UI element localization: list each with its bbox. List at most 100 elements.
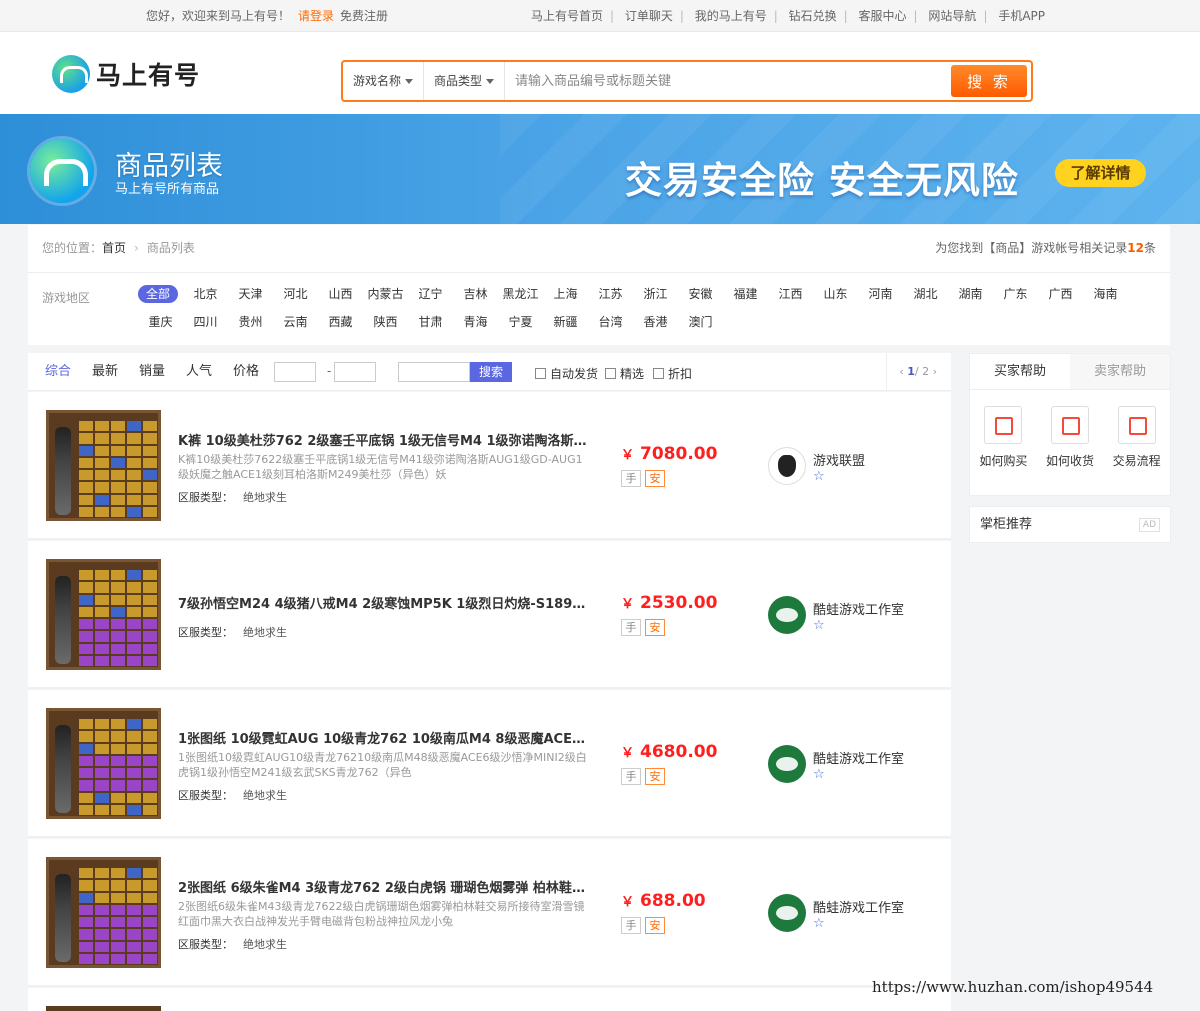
region-item[interactable]: 福建 (723, 285, 768, 303)
region-item[interactable]: 青海 (453, 313, 498, 331)
sort-tab-price[interactable]: 价格 (233, 353, 259, 391)
region-item[interactable]: 北京 (183, 285, 228, 303)
product-description: 1张图纸10级霓虹AUG10级青龙76210级南瓜M48级恶魔ACE6级沙悟净M… (178, 751, 587, 779)
search-input[interactable] (505, 62, 951, 100)
region-item[interactable]: 吉林 (453, 285, 498, 303)
region-item[interactable]: 山东 (813, 285, 858, 303)
nav-diamond-link[interactable]: 钻石兑换 (789, 9, 837, 23)
region-item[interactable]: 贵州 (228, 313, 273, 331)
region-item[interactable]: 澳门 (678, 313, 723, 331)
star-icon[interactable]: ☆ (813, 916, 825, 931)
region-item[interactable]: 河北 (273, 285, 318, 303)
product-description: 2张图纸6级朱雀M43级青龙7622级白虎锅珊瑚色烟雾弹柏林鞋交易所接待室滑雪镜… (178, 900, 585, 928)
star-icon[interactable]: ☆ (813, 469, 825, 484)
product-thumbnail[interactable] (46, 559, 161, 670)
tab-buyer-help[interactable]: 买家帮助 (970, 354, 1070, 389)
region-item[interactable]: 山西 (318, 285, 363, 303)
list-item[interactable]: K裤 10级美杜莎762 2级塞壬平底锅 1级无信号M4 1级弥诺陶洛斯AUG1… (28, 392, 951, 540)
region-item[interactable]: 江苏 (588, 285, 633, 303)
region-item[interactable]: 宁夏 (498, 313, 543, 331)
region-item[interactable]: 新疆 (543, 313, 588, 331)
site-logo[interactable]: 马上有号 (52, 54, 200, 94)
how-to-receive-link[interactable]: 如何收货 (1042, 406, 1098, 469)
region-item[interactable]: 黑龙江 (498, 285, 543, 303)
star-icon[interactable]: ☆ (813, 618, 825, 633)
sort-tab-popularity[interactable]: 人气 (186, 353, 212, 391)
search-button[interactable]: 搜 索 (951, 65, 1027, 97)
region-item[interactable]: 香港 (633, 313, 678, 331)
sort-tab-sales[interactable]: 销量 (139, 353, 165, 391)
product-thumbnail[interactable] (46, 708, 161, 819)
mobile-tag: 手 (621, 470, 641, 487)
featured-checkbox[interactable]: 精选 (605, 365, 644, 382)
tab-seller-help[interactable]: 卖家帮助 (1070, 354, 1170, 389)
region-item[interactable]: 西藏 (318, 313, 363, 331)
sort-tab-default[interactable]: 综合 (45, 353, 71, 391)
region-item[interactable]: 全部 (138, 285, 178, 303)
region-item[interactable]: 辽宁 (408, 285, 453, 303)
region-item[interactable]: 安徽 (678, 285, 723, 303)
nav-mobile-app-link[interactable]: 手机APP (998, 9, 1045, 23)
region-item[interactable]: 重庆 (138, 313, 183, 331)
learn-more-button[interactable]: 了解详情 (1055, 159, 1146, 187)
product-price: ￥ 2530.00 (621, 593, 718, 613)
nav-my-account-link[interactable]: 我的马上有号 (695, 9, 767, 23)
list-item[interactable]: 7级孙悟空M24 4级猪八戒M4 2级寒蚀MP5K 1级烈日灼烧-S1897 猪… (28, 541, 951, 689)
region-item[interactable]: 内蒙古 (363, 285, 408, 303)
region-item[interactable]: 四川 (183, 313, 228, 331)
price-max-input[interactable] (334, 362, 376, 382)
watermark-text: https://www.huzhan.com/ishop49544 (872, 978, 1154, 996)
filter-search-button[interactable]: 搜索 (470, 362, 512, 382)
how-to-buy-link[interactable]: 如何购买 (975, 406, 1031, 469)
product-type-select[interactable]: 商品类型 (424, 62, 506, 100)
register-link[interactable]: 免费注册 (340, 9, 388, 23)
nav-home-link[interactable]: 马上有号首页 (531, 9, 603, 23)
product-title[interactable]: 1张图纸 10级霓虹AUG 10级青龙762 10级南瓜M4 8级恶魔ACE 6… (178, 728, 588, 747)
chevron-right-icon: › (134, 241, 139, 255)
login-link[interactable]: 请登录 (298, 9, 334, 23)
region-item[interactable]: 广东 (993, 285, 1038, 303)
list-item[interactable]: 1张图纸 10级霓虹AUG 10级青龙762 10级南瓜M4 8级恶魔ACE 6… (28, 690, 951, 838)
breadcrumb-prefix: 您的位置： (42, 241, 103, 255)
region-item[interactable]: 广西 (1038, 285, 1083, 303)
star-icon[interactable]: ☆ (813, 767, 825, 782)
server-type: 区服类型： 绝地求生 (178, 491, 287, 504)
keyword-filter-input[interactable] (398, 362, 470, 382)
region-item[interactable]: 甘肃 (408, 313, 453, 331)
region-item[interactable]: 湖北 (903, 285, 948, 303)
nav-sitemap-link[interactable]: 网站导航 (928, 9, 976, 23)
region-item[interactable]: 江西 (768, 285, 813, 303)
region-item[interactable]: 上海 (543, 285, 588, 303)
sort-tab-newest[interactable]: 最新 (92, 353, 118, 391)
discount-checkbox[interactable]: 折扣 (653, 365, 692, 382)
breadcrumb-current: 商品列表 (146, 241, 195, 255)
region-item[interactable]: 湖南 (948, 285, 993, 303)
region-item[interactable]: 台湾 (588, 313, 633, 331)
region-item[interactable]: 陕西 (363, 313, 408, 331)
product-thumbnail[interactable] (46, 857, 161, 968)
region-item[interactable]: 河南 (858, 285, 903, 303)
region-item[interactable]: 天津 (228, 285, 273, 303)
current-page: 1 (907, 365, 915, 378)
list-item[interactable] (28, 988, 951, 1011)
checkbox-icon (535, 368, 546, 379)
breadcrumb-home-link[interactable]: 首页 (102, 241, 126, 255)
next-page-icon[interactable]: › (933, 365, 937, 378)
product-title[interactable]: 2张图纸 6级朱雀M4 3级青龙762 2级白虎锅 珊瑚色烟雾弹 柏林鞋 交易所 (178, 877, 588, 896)
prev-page-icon[interactable]: ‹ (899, 365, 903, 378)
product-thumbnail[interactable] (46, 410, 161, 521)
game-name-select[interactable]: 游戏名称 (343, 62, 425, 100)
auto-delivery-checkbox[interactable]: 自动发货 (535, 365, 598, 382)
region-item[interactable]: 云南 (273, 313, 318, 331)
list-item[interactable]: 2张图纸 6级朱雀M4 3级青龙762 2级白虎锅 珊瑚色烟雾弹 柏林鞋 交易所… (28, 839, 951, 987)
safe-tag: 安 (645, 470, 665, 487)
nav-service-link[interactable]: 客服中心 (859, 9, 907, 23)
product-title[interactable]: K裤 10级美杜莎762 2级塞壬平底锅 1级无信号M4 1级弥诺陶洛斯AUG1… (178, 430, 588, 449)
nav-order-chat-link[interactable]: 订单聊天 (625, 9, 673, 23)
product-title[interactable]: 7级孙悟空M24 4级猪八戒M4 2级寒蚀MP5K 1级烈日灼烧-S1897 猪… (178, 593, 588, 612)
greeting-text: 您好，欢迎来到马上有号！ (146, 9, 291, 23)
region-item[interactable]: 浙江 (633, 285, 678, 303)
trade-process-link[interactable]: 交易流程 (1109, 406, 1165, 469)
region-item[interactable]: 海南 (1083, 285, 1128, 303)
price-min-input[interactable] (274, 362, 316, 382)
